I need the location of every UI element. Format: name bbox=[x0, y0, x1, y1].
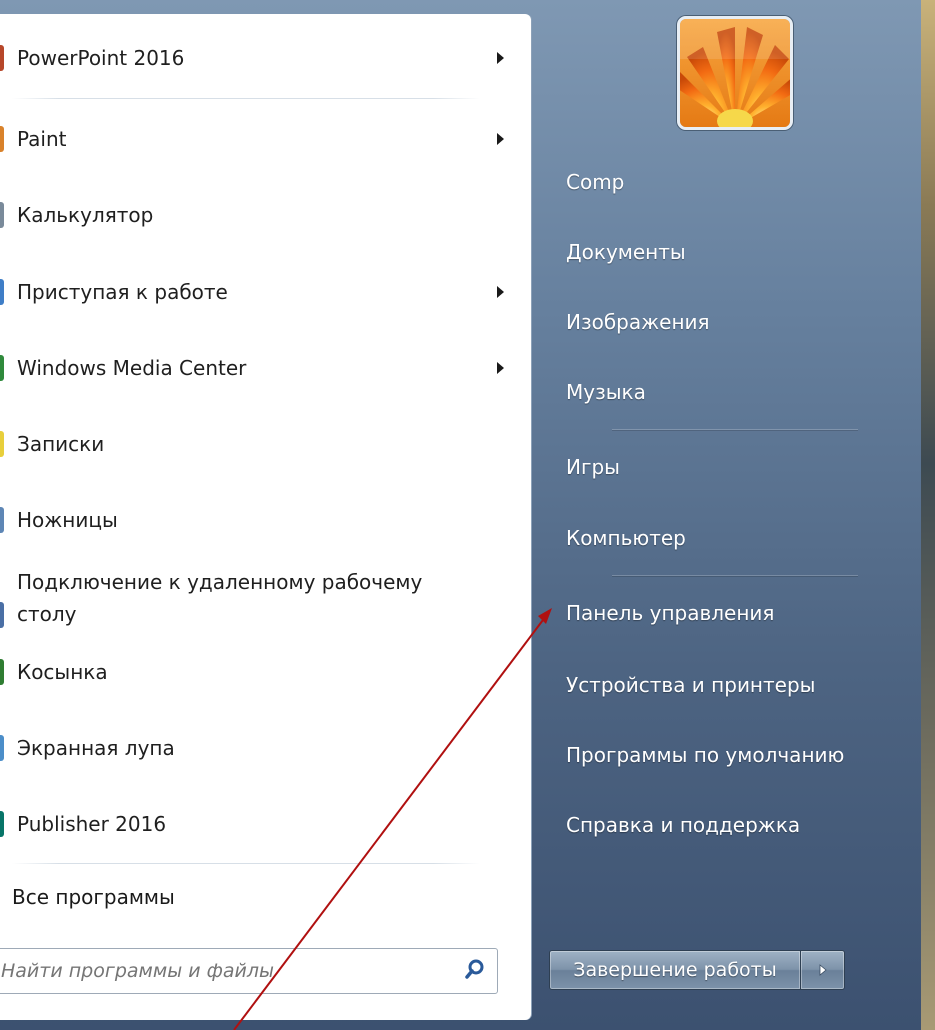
snipping-tool-icon bbox=[0, 507, 4, 533]
right-menu-item-documents[interactable]: Документы bbox=[566, 240, 686, 264]
program-label: Записки bbox=[17, 432, 105, 456]
search-box[interactable] bbox=[0, 948, 498, 994]
program-label: Ножницы bbox=[17, 508, 118, 532]
shutdown-options-button[interactable] bbox=[801, 950, 845, 990]
user-avatar[interactable] bbox=[677, 16, 793, 130]
remote-desktop-icon bbox=[0, 602, 4, 628]
program-item-powerpoint[interactable]: PowerPoint 2016 bbox=[0, 30, 531, 86]
program-label-line2: столу bbox=[17, 602, 77, 626]
program-item-calculator[interactable]: Калькулятор bbox=[0, 187, 531, 243]
sticky-notes-icon bbox=[0, 431, 4, 457]
magnifier-icon bbox=[0, 735, 4, 761]
right-menu-item-default-programs[interactable]: Программы по умолчанию bbox=[566, 743, 844, 767]
program-label: Калькулятор bbox=[17, 203, 154, 227]
right-menu-separator bbox=[612, 575, 858, 576]
right-menu-item-comp[interactable]: Comp bbox=[566, 170, 624, 194]
right-menu-item-control-panel[interactable]: Панель управления bbox=[566, 601, 774, 625]
program-label: Косынка bbox=[17, 660, 108, 684]
program-item-publisher[interactable]: Publisher 2016 bbox=[0, 796, 531, 852]
program-item-magnifier[interactable]: Экранная лупа bbox=[0, 720, 531, 776]
chevron-right-icon bbox=[819, 964, 827, 976]
shutdown-button[interactable]: Завершение работы bbox=[549, 950, 801, 990]
paint-icon bbox=[0, 126, 4, 152]
right-menu-item-help-support[interactable]: Справка и поддержка bbox=[566, 813, 800, 837]
powerpoint-icon bbox=[0, 45, 4, 71]
program-label: Подключение к удаленному рабочему bbox=[17, 570, 423, 594]
program-label: Экранная лупа bbox=[17, 736, 175, 760]
calculator-icon bbox=[0, 202, 4, 228]
search-input[interactable] bbox=[0, 949, 443, 993]
right-menu-item-devices-printers[interactable]: Устройства и принтеры bbox=[566, 673, 815, 697]
program-item-snipping-tool[interactable]: Ножницы bbox=[0, 492, 531, 548]
right-menu-item-computer[interactable]: Компьютер bbox=[566, 526, 686, 550]
submenu-arrow-icon bbox=[497, 362, 504, 374]
programs-panel: PowerPoint 2016 Paint Калькулятор Присту… bbox=[0, 14, 531, 1020]
right-menu-item-music[interactable]: Музыка bbox=[566, 380, 646, 404]
getting-started-icon bbox=[0, 279, 4, 305]
submenu-arrow-icon bbox=[497, 52, 504, 64]
right-menu-separator bbox=[612, 429, 858, 430]
right-menu-item-games[interactable]: Игры bbox=[566, 455, 620, 479]
submenu-arrow-icon bbox=[497, 286, 504, 298]
program-item-getting-started[interactable]: Приступая к работе bbox=[0, 264, 531, 320]
program-label: PowerPoint 2016 bbox=[17, 46, 185, 70]
program-item-remote-desktop[interactable]: Подключение к удаленному рабочему столу bbox=[0, 566, 531, 644]
start-menu: PowerPoint 2016 Paint Калькулятор Присту… bbox=[0, 0, 935, 1030]
separator bbox=[12, 98, 480, 99]
solitaire-icon bbox=[0, 659, 4, 685]
program-item-media-center[interactable]: Windows Media Center bbox=[0, 340, 531, 396]
program-label: Приступая к работе bbox=[17, 280, 228, 304]
user-avatar-flower-image bbox=[680, 19, 790, 127]
submenu-arrow-icon bbox=[497, 133, 504, 145]
separator bbox=[12, 863, 480, 864]
program-item-solitaire[interactable]: Косынка bbox=[0, 644, 531, 700]
publisher-icon bbox=[0, 811, 4, 837]
program-item-sticky-notes[interactable]: Записки bbox=[0, 416, 531, 472]
desktop-background-strip bbox=[921, 0, 935, 1030]
all-programs-button[interactable]: Все программы bbox=[12, 885, 175, 909]
program-label: Publisher 2016 bbox=[17, 812, 167, 836]
shutdown-group: Завершение работы bbox=[549, 950, 845, 990]
media-center-icon bbox=[0, 355, 4, 381]
program-label: Windows Media Center bbox=[17, 356, 247, 380]
search-icon[interactable] bbox=[463, 958, 487, 982]
program-label: Paint bbox=[17, 127, 67, 151]
program-item-paint[interactable]: Paint bbox=[0, 111, 531, 167]
right-menu-item-pictures[interactable]: Изображения bbox=[566, 310, 710, 334]
